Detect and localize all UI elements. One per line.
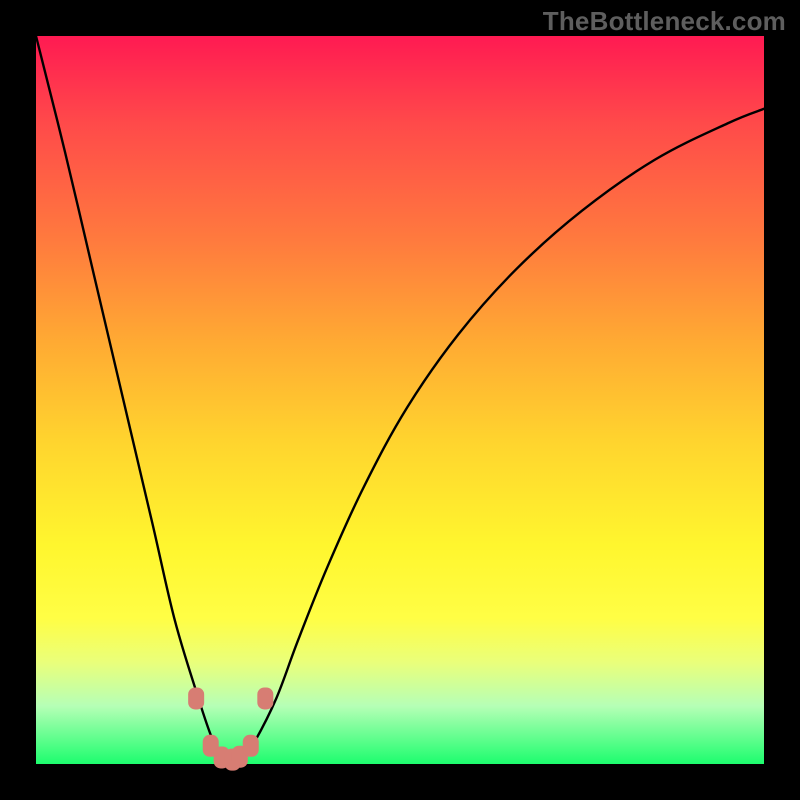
watermark-text: TheBottleneck.com: [543, 6, 786, 37]
chart-frame: TheBottleneck.com: [0, 0, 800, 800]
bottleneck-curve: [36, 36, 764, 764]
curve-marker: [257, 687, 273, 709]
curve-marker: [243, 735, 259, 757]
plot-area: [36, 36, 764, 764]
curve-svg: [36, 36, 764, 764]
curve-marker: [188, 687, 204, 709]
